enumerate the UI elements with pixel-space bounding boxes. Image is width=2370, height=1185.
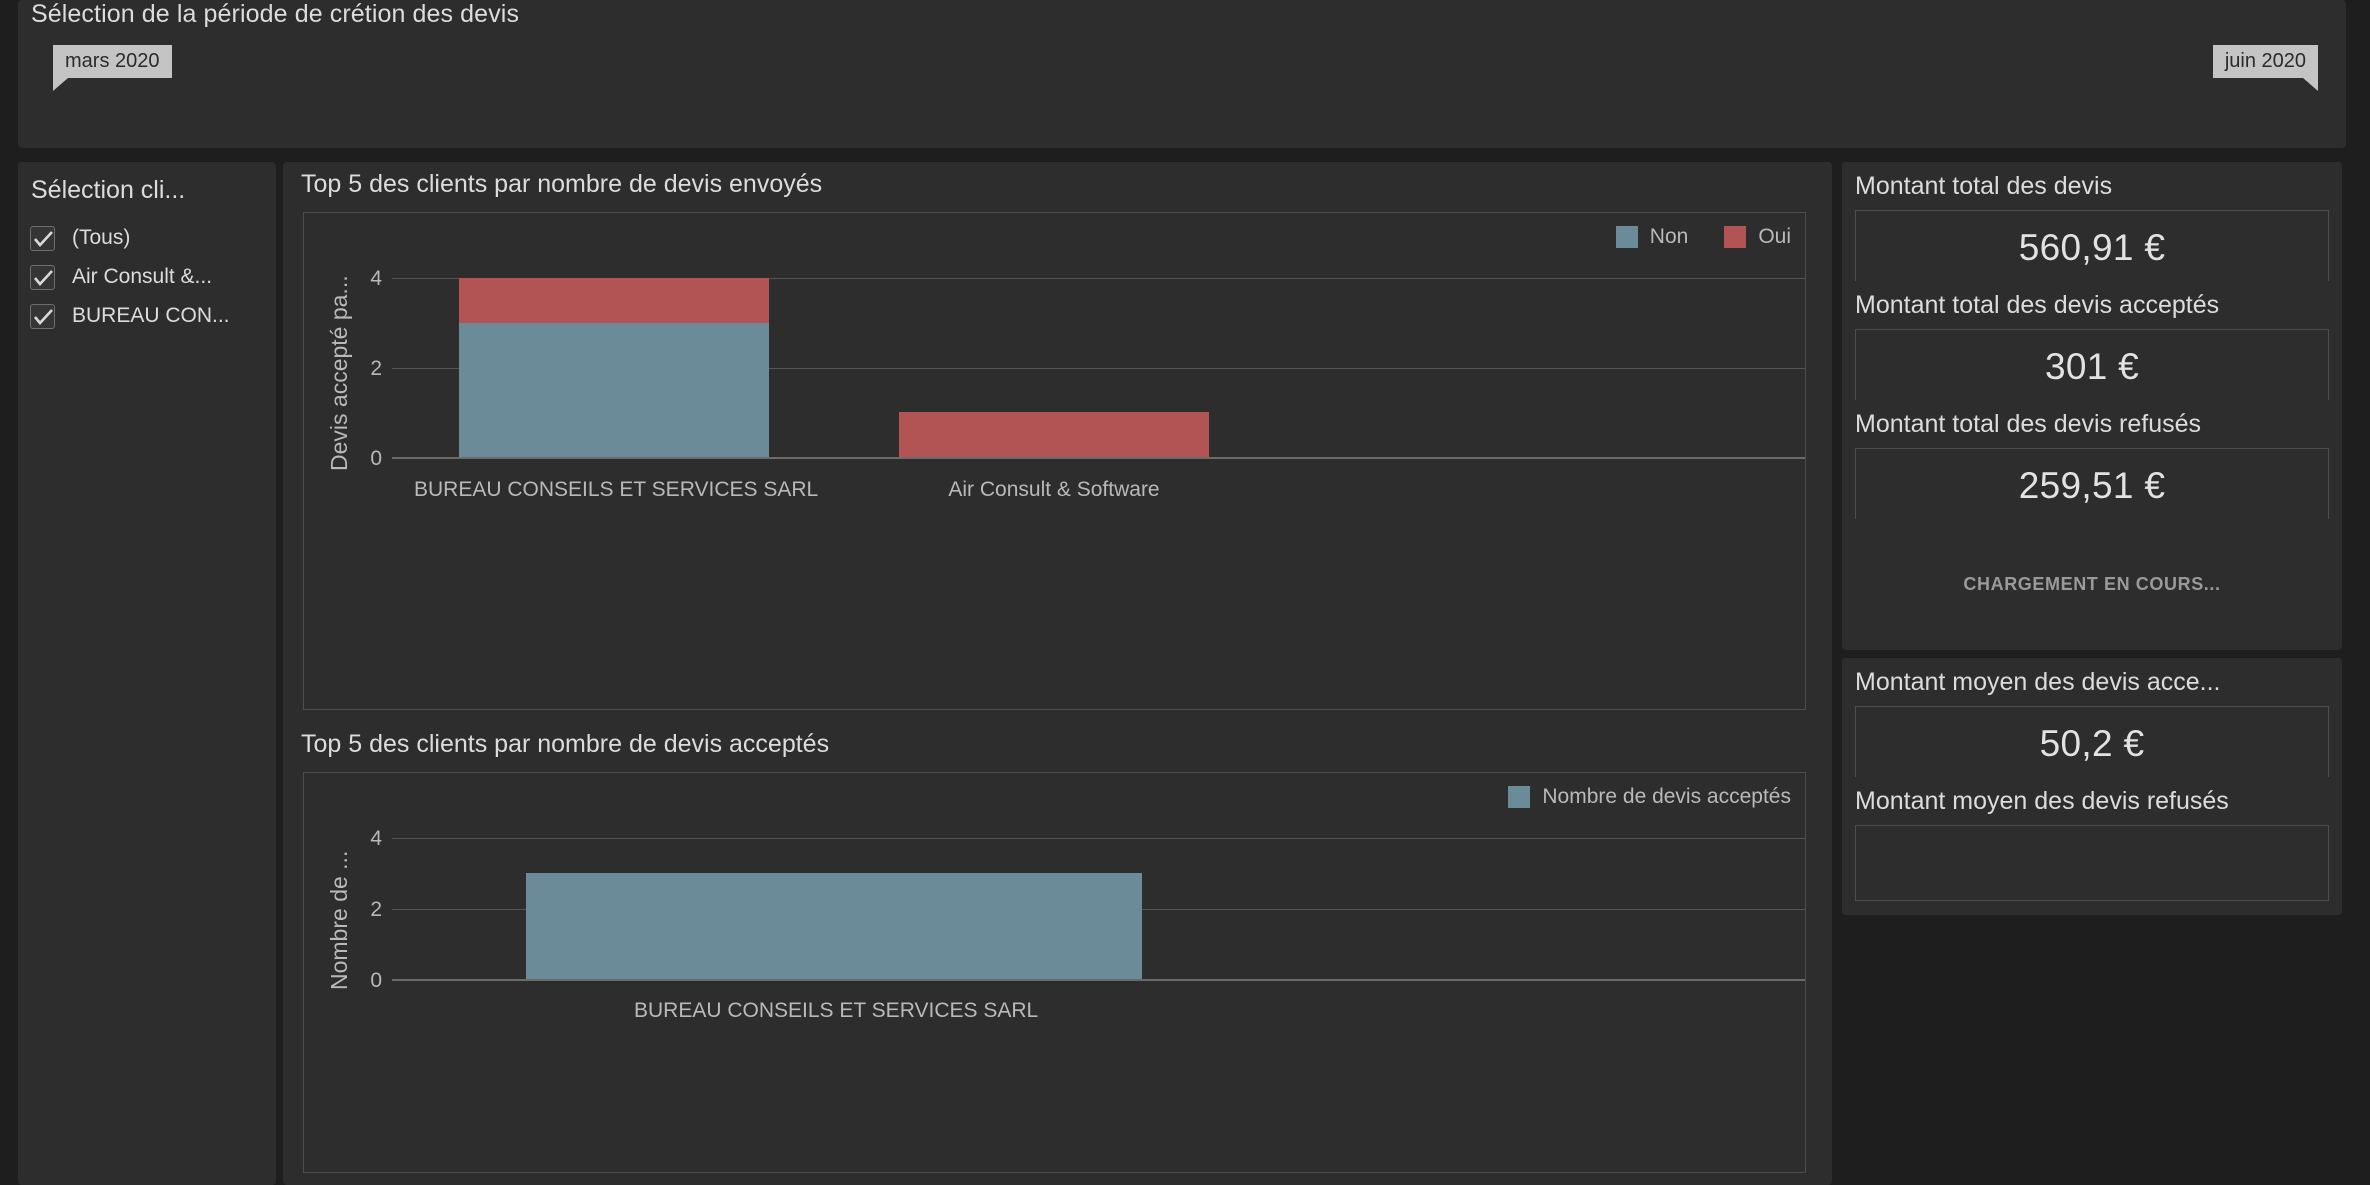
chart-accepted-quotes-frame: Nombre de devis acceptés Nombre de ... 4… — [303, 772, 1806, 1173]
y-tick-4: 4 — [370, 267, 382, 290]
x-label-bureau-accepted: BUREAU CONSEILS ET SERVICES SARL — [634, 999, 1039, 1022]
checkbox-tous[interactable] — [30, 225, 55, 251]
y-tick-2: 2 — [370, 898, 382, 921]
chart-accepted-quotes: Top 5 des clients par nombre de devis ac… — [283, 722, 1832, 1185]
chart-sent-quotes-frame: Non Oui Devis accepté pa... 4 2 0 BUREAU… — [303, 212, 1806, 710]
y-tick-0: 0 — [370, 447, 382, 470]
kpi-title-montant-moyen-devis-refuses: Montant moyen des devis refusés — [1855, 787, 2229, 815]
start-bubble-tail — [53, 78, 68, 91]
kpi-valuebox-montant-moyen-devis-acceptes: 50,2 € — [1855, 706, 2329, 782]
kpi-card-loading: CHARGEMENT EN COURS... — [1842, 519, 2342, 650]
kpi-card-montant-total-devis: Montant total des devis 560,91 € — [1842, 162, 2342, 300]
period-selection-panel: Sélection de la période de crétion des d… — [18, 0, 2346, 148]
filter-item-bureau-conseils[interactable]: BUREAU CON... — [18, 299, 276, 333]
checkbox-air-consult[interactable] — [30, 264, 55, 290]
gridline-4 — [392, 838, 1805, 839]
checkbox-bureau-conseils[interactable] — [30, 303, 55, 329]
kpi-title-montant-total-devis: Montant total des devis — [1855, 172, 2113, 200]
kpi-valuebox-montant-total-devis-acceptes: 301 € — [1855, 329, 2329, 405]
period-start-label: mars 2020 — [65, 50, 160, 72]
period-start-handle[interactable]: mars 2020 — [53, 45, 172, 91]
loading-status-text: CHARGEMENT EN COURS... — [1963, 574, 2221, 594]
kpi-valuebox-montant-total-devis-refuses: 259,51 € — [1855, 448, 2329, 524]
chart-sent-quotes-title: Top 5 des clients par nombre de devis en… — [301, 170, 823, 198]
chart-accepted-quotes-plot: Nombre de ... 4 2 0 BUREAU CONSEILS ET S… — [304, 773, 1805, 1172]
bar-bureau-non[interactable] — [459, 323, 769, 457]
x-label-airconsult: Air Consult & Software — [948, 478, 1160, 501]
kpi-card-montant-moyen-devis-refuses: Montant moyen des devis refusés — [1842, 777, 2342, 915]
filter-label-tous: (Tous) — [72, 226, 131, 249]
kpi-valuebox-montant-total-devis: 560,91 € — [1855, 210, 2329, 286]
kpi-title-montant-total-devis-acceptes: Montant total des devis acceptés — [1855, 291, 2220, 319]
client-filter-panel: Sélection cli... (Tous) Air Consult &...… — [18, 162, 276, 1185]
check-icon — [34, 308, 53, 325]
filter-label-bureau-conseils: BUREAU CON... — [72, 304, 230, 327]
kpi-card-montant-total-devis-refuses: Montant total des devis refusés 259,51 € — [1842, 400, 2342, 538]
y-tick-2: 2 — [370, 357, 382, 380]
kpi-column: Montant total des devis 560,91 € Montant… — [1838, 162, 2346, 1185]
chart-accepted-quotes-title: Top 5 des clients par nombre de devis ac… — [301, 730, 830, 758]
kpi-value-montant-moyen-devis-acceptes: 50,2 € — [2039, 723, 2145, 764]
bar-airconsult-oui[interactable] — [899, 412, 1209, 457]
chart-sent-quotes: Top 5 des clients par nombre de devis en… — [283, 162, 1832, 722]
kpi-value-montant-total-devis-refuses: 259,51 € — [2018, 465, 2166, 506]
period-panel-title: Sélection de la période de crétion des d… — [31, 0, 520, 28]
kpi-valuebox-montant-moyen-devis-refuses — [1855, 825, 2329, 901]
y-tick-0: 0 — [370, 969, 382, 992]
filter-panel-title: Sélection cli... — [31, 176, 186, 204]
filter-label-air-consult: Air Consult &... — [72, 265, 213, 288]
kpi-card-montant-moyen-devis-acceptes: Montant moyen des devis acce... 50,2 € — [1842, 658, 2342, 796]
period-end-label: juin 2020 — [2224, 50, 2306, 72]
kpi-card-montant-total-devis-acceptes: Montant total des devis acceptés 301 € — [1842, 281, 2342, 419]
kpi-value-montant-total-devis-acceptes: 301 € — [2044, 346, 2140, 387]
bar-bureau-accepted[interactable] — [526, 873, 1142, 979]
filter-item-tous[interactable]: (Tous) — [18, 221, 276, 255]
kpi-title-montant-total-devis-refuses: Montant total des devis refusés — [1855, 410, 2202, 438]
bar-bureau-oui[interactable] — [459, 278, 769, 323]
axis-baseline — [392, 979, 1805, 981]
kpi-title-montant-moyen-devis-acceptes: Montant moyen des devis acce... — [1855, 668, 2221, 696]
chart-sent-quotes-plot: Devis accepté pa... 4 2 0 BUREAU CONSEIL… — [304, 213, 1805, 709]
check-icon — [34, 230, 53, 247]
y-tick-4: 4 — [370, 827, 382, 850]
check-icon — [34, 269, 53, 286]
x-label-bureau: BUREAU CONSEILS ET SERVICES SARL — [414, 478, 819, 501]
period-slider[interactable]: mars 2020 juin 2020 — [18, 32, 2346, 148]
end-bubble-tail — [2303, 78, 2318, 91]
axis-baseline — [392, 457, 1805, 459]
filter-item-air-consult[interactable]: Air Consult &... — [18, 260, 276, 294]
kpi-value-montant-total-devis: 560,91 € — [2018, 227, 2166, 268]
charts-panel: Top 5 des clients par nombre de devis en… — [283, 162, 1832, 1185]
period-end-handle[interactable]: juin 2020 — [2212, 45, 2318, 91]
